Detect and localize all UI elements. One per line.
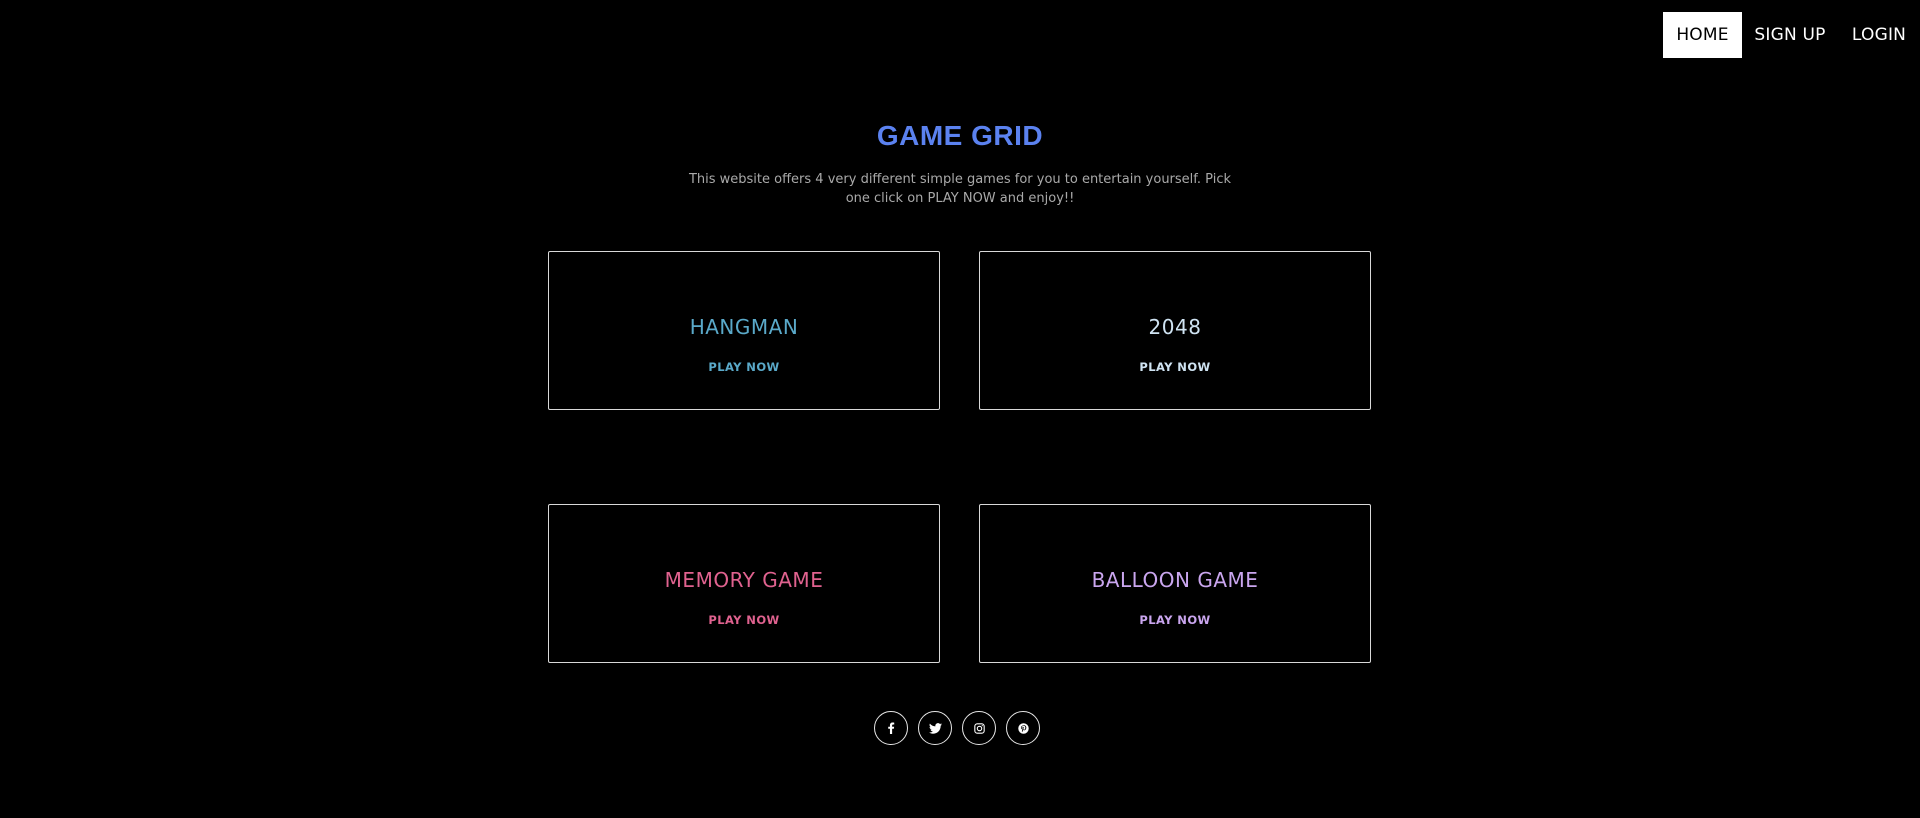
pinterest-icon [1017,722,1029,734]
play-now-link[interactable]: PLAY NOW [549,613,939,627]
nav-home[interactable]: HOME [1663,12,1742,58]
game-card-memory: MEMORY GAME PLAY NOW [548,504,940,663]
card-title: BALLOON GAME [1091,568,1259,592]
facebook-icon [886,722,896,734]
nav-sign-up[interactable]: SIGN UP [1742,12,1838,58]
facebook-button[interactable] [874,711,908,745]
instagram-button[interactable] [962,711,996,745]
page-description: This website offers 4 very different sim… [688,172,1232,206]
page: HOME SIGN UP LOGIN GAME GRID This websit… [0,0,1920,818]
play-now-link[interactable]: PLAY NOW [980,613,1370,627]
top-nav: HOME SIGN UP LOGIN [1663,12,1920,58]
play-now-link[interactable]: PLAY NOW [549,360,939,374]
twitter-icon [928,722,942,734]
pinterest-button[interactable] [1006,711,1040,745]
game-card-hangman: HANGMAN PLAY NOW [548,251,940,410]
social-links [874,711,1040,745]
twitter-button[interactable] [918,711,952,745]
game-card-2048: 2048 PLAY NOW [979,251,1371,410]
card-title: HANGMAN [689,315,799,339]
page-title: GAME GRID [876,120,1044,151]
nav-login[interactable]: LOGIN [1838,12,1920,58]
instagram-icon [973,722,985,734]
card-title: 2048 [1148,315,1202,339]
card-title: MEMORY GAME [664,568,824,592]
game-card-balloon: BALLOON GAME PLAY NOW [979,504,1371,663]
play-now-link[interactable]: PLAY NOW [980,360,1370,374]
